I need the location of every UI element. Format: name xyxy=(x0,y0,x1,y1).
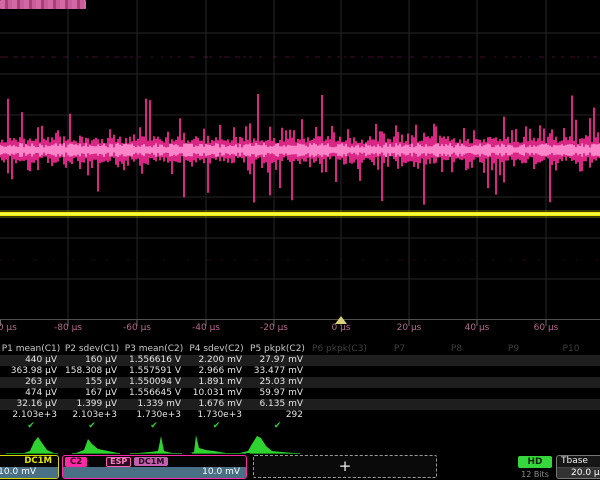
status-check-icon: ✔ xyxy=(186,421,247,432)
measure-value: 25.03 mV xyxy=(247,377,308,388)
top-left-badge xyxy=(0,0,86,9)
status-check-icon: ✔ xyxy=(62,421,122,432)
measure-row-mean: 363.98 µV 158.308 µV 1.557591 V 2.966 mV… xyxy=(0,366,600,377)
status-check-icon: ✔ xyxy=(247,421,308,432)
measure-status-row: ✔ ✔ ✔ ✔ ✔ xyxy=(0,421,600,432)
status-check-icon: ✔ xyxy=(0,421,62,432)
timebase-label: Tbase xyxy=(557,456,600,468)
measure-header[interactable]: P1 mean(C1) xyxy=(0,344,62,355)
measure-value: 263 µV xyxy=(0,377,62,388)
measure-value: 2.966 mV xyxy=(186,366,247,377)
measure-row-num: 2.103e+3 2.103e+3 1.730e+3 1.730e+3 292 xyxy=(0,410,600,421)
axis-tick-label: 20 µs xyxy=(397,323,422,333)
measure-value: 1.730e+3 xyxy=(122,410,186,421)
measure-header[interactable]: P5 pkpk(C2) xyxy=(247,344,308,355)
measure-value: 1.550094 V xyxy=(122,377,186,388)
measure-value: 1.556645 V xyxy=(122,388,186,399)
measure-value: 2.103e+3 xyxy=(0,410,62,421)
c2-noise-trace xyxy=(0,57,600,260)
axis-tick-label: -100 µs xyxy=(0,323,17,333)
axis-tick-label: 60 µs xyxy=(534,323,559,333)
measure-value: 160 µV xyxy=(62,355,122,366)
histicon-p5[interactable] xyxy=(240,436,295,453)
c2-descriptor-box[interactable]: C2 ESP DC1M 10.0 mV xyxy=(62,455,247,479)
histicon-strip xyxy=(0,432,600,456)
measure-value: 1.399 µV xyxy=(62,399,122,410)
measurement-table: P1 mean(C1) P2 sdev(C1) P3 mean(C2) P4 s… xyxy=(0,344,600,432)
measure-row-min: 263 µV 155 µV 1.550094 V 1.891 mV 25.03 … xyxy=(0,377,600,388)
histicon-p2[interactable] xyxy=(76,439,118,453)
histicon-p4[interactable] xyxy=(190,435,226,453)
measure-value: 1.730e+3 xyxy=(186,410,247,421)
measure-value: 440 µV xyxy=(0,355,62,366)
measure-row-max: 474 µV 167 µV 1.556645 V 10.031 mV 59.97… xyxy=(0,388,600,399)
measure-value: 167 µV xyxy=(62,388,122,399)
hd-bits-label: 12 Bits xyxy=(515,470,555,479)
measure-value: 10.031 mV xyxy=(186,388,247,399)
histicon-p3[interactable] xyxy=(138,436,172,453)
axis-tick-label: 40 µs xyxy=(465,323,490,333)
add-trace-button[interactable]: + xyxy=(253,455,437,478)
c1-coupling-label: DC1M xyxy=(0,456,58,467)
measure-header-unused[interactable]: P9 xyxy=(485,344,542,355)
status-check-icon: ✔ xyxy=(122,421,186,432)
measure-header[interactable]: P3 mean(C2) xyxy=(122,344,186,355)
axis-tick-label: -60 µs xyxy=(123,323,151,333)
measure-header[interactable]: P4 sdev(C2) xyxy=(186,344,247,355)
histicon-p1[interactable] xyxy=(24,437,54,453)
measure-header-unused[interactable]: P6 pkpk(C3) xyxy=(308,344,371,355)
c2-channel-tag: C2 xyxy=(65,457,87,467)
measure-value: 1.557591 V xyxy=(122,366,186,377)
measure-value: 2.200 mV xyxy=(186,355,247,366)
axis-tick-label: 0 µs xyxy=(331,323,350,333)
measure-header-unused[interactable]: P10 xyxy=(542,344,600,355)
waveform-grid xyxy=(0,0,600,330)
measure-value: 1.556616 V xyxy=(122,355,186,366)
measure-value: 32.16 µV xyxy=(0,399,62,410)
measure-value: 292 xyxy=(247,410,308,421)
axis-tick-label: -40 µs xyxy=(192,323,220,333)
measure-value: 474 µV xyxy=(0,388,62,399)
measure-value: 155 µV xyxy=(62,377,122,388)
measure-header-row: P1 mean(C1) P2 sdev(C1) P3 mean(C2) P4 s… xyxy=(0,344,600,355)
axis-tick-label: -20 µs xyxy=(260,323,288,333)
c1-descriptor-box[interactable]: DC1M 10.0 mV xyxy=(0,455,59,479)
measure-value: 27.97 mV xyxy=(247,355,308,366)
hd-mode-badge: HD xyxy=(518,456,552,468)
measure-value: 6.135 mV xyxy=(247,399,308,410)
time-axis: -100 µs -80 µs -60 µs -40 µs -20 µs 0 µs… xyxy=(0,323,600,337)
measure-header[interactable]: P2 sdev(C1) xyxy=(62,344,122,355)
measure-header-unused[interactable]: P8 xyxy=(428,344,485,355)
trigger-position-marker[interactable] xyxy=(335,316,347,324)
measure-header-unused[interactable]: P7 xyxy=(371,344,428,355)
measure-row-sdev: 32.16 µV 1.399 µV 1.339 mV 1.676 mV 6.13… xyxy=(0,399,600,410)
measure-value: 2.103e+3 xyxy=(62,410,122,421)
oscilloscope-screen: -100 µs -80 µs -60 µs -40 µs -20 µs 0 µs… xyxy=(0,0,600,480)
measure-value: 158.308 µV xyxy=(62,366,122,377)
c2-vdiv-value: 10.0 mV xyxy=(63,467,246,478)
measure-value: 1.891 mV xyxy=(186,377,247,388)
measure-value: 1.339 mV xyxy=(122,399,186,410)
axis-tick-label: -80 µs xyxy=(54,323,82,333)
measure-value: 59.97 mV xyxy=(247,388,308,399)
measure-value: 1.676 mV xyxy=(186,399,247,410)
measure-row-value: 440 µV 160 µV 1.556616 V 2.200 mV 27.97 … xyxy=(0,355,600,366)
descriptor-bar: DC1M 10.0 mV C2 ESP DC1M 10.0 mV + HD 12… xyxy=(0,455,600,480)
c2-esp-badge: ESP xyxy=(106,457,131,467)
measure-value: 363.98 µV xyxy=(0,366,62,377)
measure-value: 33.477 mV xyxy=(247,366,308,377)
c2-coupling-badge: DC1M xyxy=(134,457,168,466)
c1-vdiv-value: 10.0 mV xyxy=(0,467,58,478)
timebase-tdiv-value: 20.0 µs/div xyxy=(557,468,600,479)
timebase-descriptor-box[interactable]: Tbase 20.0 µs/div xyxy=(556,455,600,479)
